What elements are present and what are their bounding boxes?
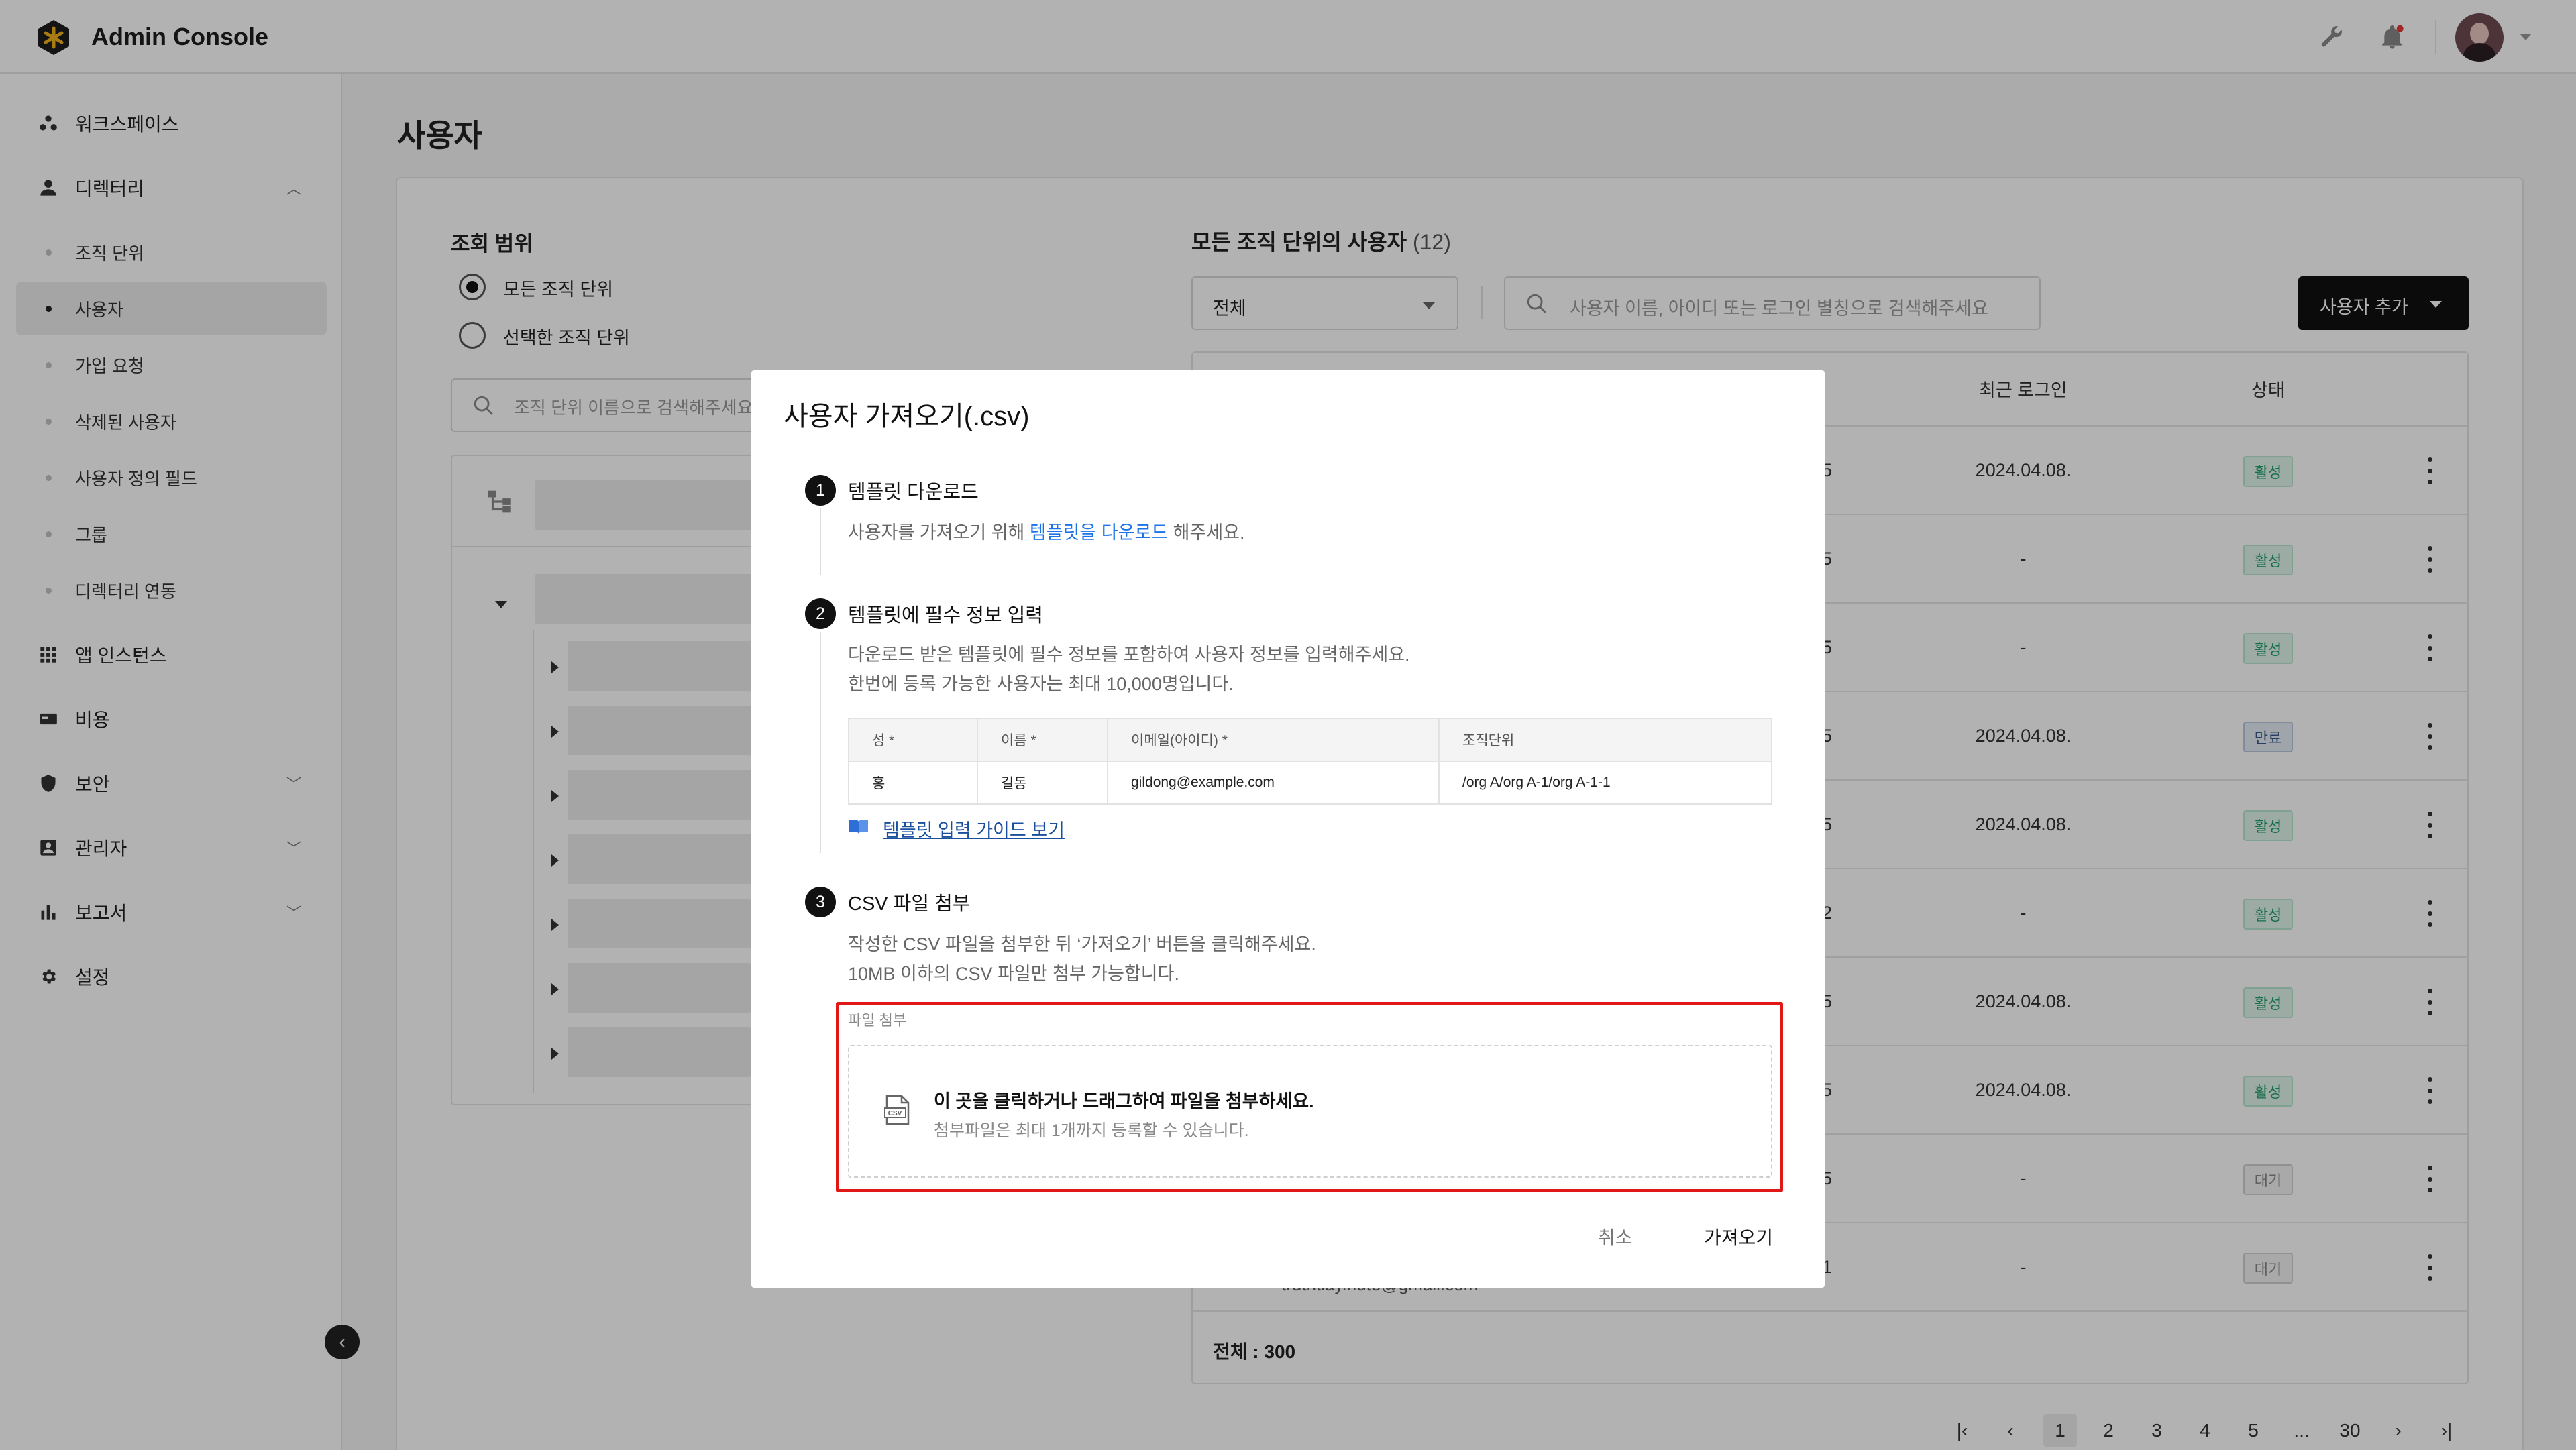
template-guide-link[interactable]: 템플릿 입력 가이드 보기 — [883, 816, 1065, 842]
dropzone-main-text: 이 곳을 클릭하거나 드래그하여 파일을 첨부하세요. — [934, 1091, 1314, 1111]
step-2-number: 2 — [805, 598, 836, 629]
dropzone-sub-text: 첨부파일은 최대 1개까지 등록할 수 있습니다. — [934, 1121, 1249, 1140]
step-2-desc-2: 한번에 등록 가능한 사용자는 최대 10,000명입니다. — [848, 674, 1234, 694]
step-connector — [820, 632, 821, 853]
svg-text:CSV: CSV — [888, 1110, 902, 1117]
table-cell: gildong@example.com — [1107, 761, 1440, 805]
table-cell: 길동 — [977, 761, 1108, 805]
book-icon — [849, 820, 868, 834]
import-button[interactable]: 가져오기 — [1704, 1223, 1773, 1250]
column-header: 이메일(아이디) * — [1107, 718, 1440, 762]
step-3-number: 3 — [805, 887, 836, 917]
column-header: 조직단위 — [1438, 718, 1772, 762]
csv-file-icon: CSV — [884, 1095, 910, 1125]
import-users-dialog: 사용자 가져오기(.csv) 1 템플릿 다운로드 사용자를 가져오기 위해 템… — [751, 370, 1825, 1288]
template-example-table: 성 * 이름 * 이메일(아이디) * 조직단위 홍 길동 gildong@ex… — [848, 718, 1772, 805]
step-3-title: CSV 파일 첨부 — [848, 893, 971, 915]
column-header: 성 * — [848, 718, 978, 762]
step-3-desc-1: 작성한 CSV 파일을 첨부한 뒤 ‘가져오기’ 버튼을 클릭해주세요. — [848, 934, 1316, 954]
step-1-desc: 사용자를 가져오기 위해 템플릿을 다운로드 해주세요. — [848, 518, 1245, 544]
step-1-title: 템플릿 다운로드 — [848, 482, 979, 503]
table-cell: /org A/org A-1/org A-1-1 — [1438, 761, 1772, 805]
column-header: 이름 * — [977, 718, 1108, 762]
step-2-desc-1: 다운로드 받은 템플릿에 필수 정보를 포함하여 사용자 정보를 입력해주세요. — [848, 645, 1410, 665]
step-1-desc-text: 해주세요. — [1168, 522, 1245, 543]
step-1-desc-text: 사용자를 가져오기 위해 — [848, 522, 1030, 543]
step-connector — [820, 508, 821, 575]
file-attach-label: 파일 첨부 — [848, 1012, 907, 1029]
step-3-desc-2: 10MB 이하의 CSV 파일만 첨부 가능합니다. — [848, 964, 1179, 984]
cancel-button[interactable]: 취소 — [1598, 1223, 1633, 1250]
download-template-link[interactable]: 템플릿을 다운로드 — [1030, 522, 1168, 543]
step-2-title: 템플릿에 필수 정보 입력 — [848, 605, 1043, 626]
step-1-number: 1 — [805, 475, 836, 506]
file-dropzone[interactable]: CSV 이 곳을 클릭하거나 드래그하여 파일을 첨부하세요. 첨부파일은 최대… — [848, 1045, 1772, 1178]
dialog-title: 사용자 가져오기(.csv) — [784, 402, 1030, 431]
table-cell: 홍 — [848, 761, 978, 805]
